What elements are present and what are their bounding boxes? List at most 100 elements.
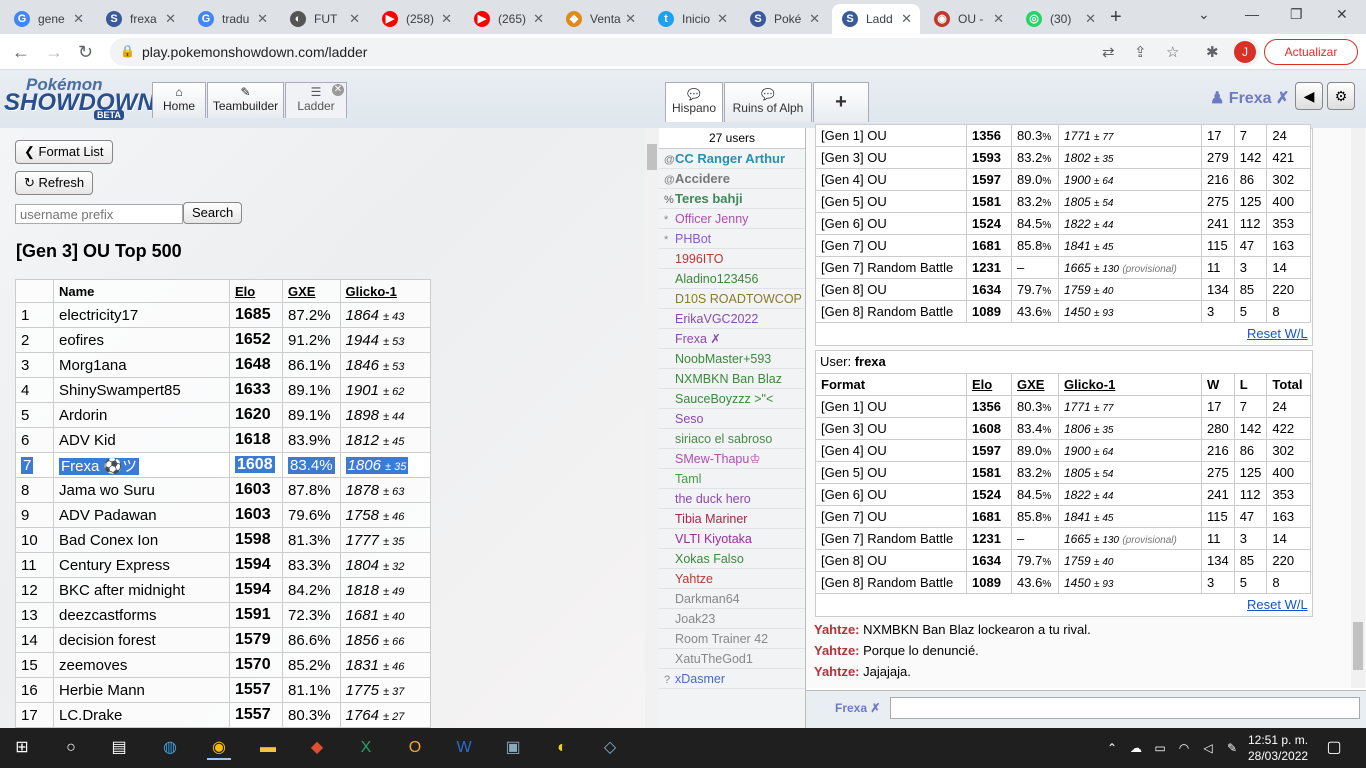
minimize-icon[interactable]: — (1245, 6, 1259, 22)
system-clock[interactable]: 12:51 p. m. 28/03/2022 (1248, 732, 1308, 764)
userlist-item[interactable]: %Teres bahji (659, 189, 805, 209)
browser-tab[interactable]: Gtradu ✕ (188, 4, 276, 34)
extensions-icon[interactable]: ✱ (1206, 43, 1219, 61)
edge-icon[interactable]: ◍ (158, 736, 182, 760)
userlist-item[interactable]: VLTI Kiyotaka (659, 529, 805, 549)
player-name[interactable]: BKC after midnight (59, 582, 185, 599)
player-name[interactable]: ADV Kid (59, 432, 116, 449)
browser-tab[interactable]: t Inicio ✕ (648, 4, 736, 34)
player-name[interactable]: Century Express (59, 557, 170, 574)
name-cell[interactable]: ShinySwampert85 (53, 377, 230, 403)
userlist-item[interactable]: Joak23 (659, 609, 805, 629)
translate-icon[interactable]: ⇄ (1102, 43, 1115, 61)
name-cell[interactable]: ADV Kid (53, 427, 230, 453)
userlist-item[interactable]: SMew-Thapu♔ (659, 449, 805, 469)
player-name[interactable]: ShinySwampert85 (59, 382, 181, 399)
close-tab-icon[interactable]: ✕ (993, 11, 1004, 27)
app-icon[interactable]: ◇ (598, 736, 622, 760)
anydesk-icon[interactable]: ◆ (305, 736, 329, 760)
profile-avatar[interactable]: J (1234, 41, 1256, 63)
close-tab-icon[interactable]: ✕ (809, 11, 820, 27)
browser-tab[interactable]: ▶ (265) ✕ (464, 4, 552, 34)
username-prefix-input[interactable] (15, 204, 183, 224)
word-icon[interactable]: W (452, 736, 476, 760)
notifications-icon[interactable]: ▢ (1322, 736, 1346, 760)
name-cell[interactable]: eofires (53, 327, 230, 353)
battery-icon[interactable]: ▭ (1148, 736, 1172, 760)
userlist-name[interactable]: Tibia Mariner (675, 512, 747, 526)
userlist-item[interactable]: ? xDasmer (659, 669, 805, 689)
bookmark-star-icon[interactable]: ☆ (1166, 43, 1179, 61)
name-cell[interactable]: Herbie Mann (53, 677, 230, 703)
browser-tab[interactable]: ◎ (30) ✕ (1016, 4, 1104, 34)
close-tab-icon[interactable]: ✕ (165, 11, 176, 27)
userlist-name[interactable]: D10S ROADTOWCOP (675, 292, 802, 306)
update-button[interactable]: Actualizar (1264, 39, 1358, 65)
name-cell[interactable]: Frexa ⚽ツ (53, 452, 230, 478)
userlist-item[interactable]: the duck hero (659, 489, 805, 509)
browser-tab[interactable]: ◐ FUT ✕ (280, 4, 368, 34)
close-window-icon[interactable]: ✕ (1336, 6, 1348, 23)
tab-ladder[interactable]: ☰ Ladder ✕ (285, 82, 347, 118)
back-icon[interactable]: ← (12, 42, 30, 63)
chat-input[interactable] (890, 697, 1360, 719)
col-elo[interactable]: Elo (229, 279, 283, 303)
player-name[interactable]: decision forest (59, 632, 156, 649)
chat-app-icon[interactable]: ◐ (550, 736, 574, 760)
userlist-name[interactable]: SMew-Thapu♔ (675, 452, 761, 466)
userlist-name[interactable]: ErikaVGC2022 (675, 312, 758, 326)
browser-tab[interactable]: S Poké ✕ (740, 4, 828, 34)
outlook-icon[interactable]: O (403, 736, 427, 760)
userlist-item[interactable]: XatuTheGod1 (659, 649, 805, 669)
name-cell[interactable]: Morg1ana (53, 352, 230, 378)
userlist-name[interactable]: Darkman64 (675, 592, 740, 606)
player-name[interactable]: ADV Padawan (59, 507, 157, 524)
name-cell[interactable]: deezcastforms (53, 602, 230, 628)
userlist-item[interactable]: Tibia Mariner (659, 509, 805, 529)
userlist-item[interactable]: Darkman64 (659, 589, 805, 609)
browser-tab[interactable]: ◆ Venta ✕ (556, 4, 644, 34)
windows-start-icon[interactable]: ⊞ (10, 736, 34, 760)
browser-tab[interactable]: ▶ (258) ✕ (372, 4, 460, 34)
close-tab-icon[interactable]: ✕ (349, 11, 360, 27)
name-cell[interactable]: BKC after midnight (53, 577, 230, 603)
userlist-item[interactable]: Frexa ✗ (659, 329, 805, 349)
userlist-item[interactable]: Room Trainer 42 (659, 629, 805, 649)
name-cell[interactable]: ADV Padawan (53, 502, 230, 528)
browser-tab[interactable]: S Ladd ✕ (832, 4, 920, 34)
player-name[interactable]: electricity17 (59, 307, 138, 324)
userlist-item[interactable]: NoobMaster+593 (659, 349, 805, 369)
cloud-icon[interactable]: ☁ (1124, 736, 1148, 760)
userlist-name[interactable]: Room Trainer 42 (675, 632, 768, 646)
userlist-name[interactable]: xDasmer (675, 672, 725, 686)
userlist-name[interactable]: Officer Jenny (675, 212, 748, 226)
userlist-name[interactable]: Xokas Falso (675, 552, 744, 566)
chat-tab-ruins-of-alph[interactable]: 💬 Ruins of Alph (724, 82, 812, 122)
name-cell[interactable]: Century Express (53, 552, 230, 578)
userlist-item[interactable]: D10S ROADTOWCOP (659, 289, 805, 309)
search-button[interactable]: Search (183, 202, 243, 224)
close-tab-icon[interactable]: ✕ (533, 11, 544, 27)
ps-logo[interactable]: Pokémon SHOWDOWN BETA (4, 75, 155, 121)
excel-icon[interactable]: X (354, 736, 378, 760)
name-cell[interactable]: LC.Drake (53, 702, 230, 728)
remote-desktop-icon[interactable]: ▣ (501, 736, 525, 760)
userlist-name[interactable]: Joak23 (675, 612, 715, 626)
player-name[interactable]: eofires (59, 332, 104, 349)
player-name[interactable]: LC.Drake (59, 707, 122, 724)
tab-search-icon[interactable]: ⌄ (1198, 6, 1210, 23)
share-icon[interactable]: ⇪ (1134, 43, 1147, 61)
new-tab-button[interactable]: + (1110, 6, 1122, 29)
userlist-name[interactable]: Aladino123456 (675, 272, 758, 286)
browser-tab[interactable]: Ggene ✕ (4, 4, 92, 34)
userlist-name[interactable]: PHBot (675, 232, 711, 246)
col-glicko[interactable]: Glicko-1 (339, 279, 431, 303)
chat-message-user[interactable]: Yahtze: (814, 622, 860, 637)
userlist-item[interactable]: ErikaVGC2022 (659, 309, 805, 329)
chat-tab-hispano[interactable]: 💬 Hispano (665, 82, 723, 122)
name-cell[interactable]: decision forest (53, 627, 230, 653)
scrollbar-thumb[interactable] (1353, 622, 1363, 670)
ladder-scrollbar[interactable] (645, 128, 659, 728)
address-bar[interactable]: 🔒 play.pokemonshowdown.com/ladder (110, 38, 1260, 66)
username-display[interactable]: ♟ Frexa ✗ (1210, 88, 1289, 108)
